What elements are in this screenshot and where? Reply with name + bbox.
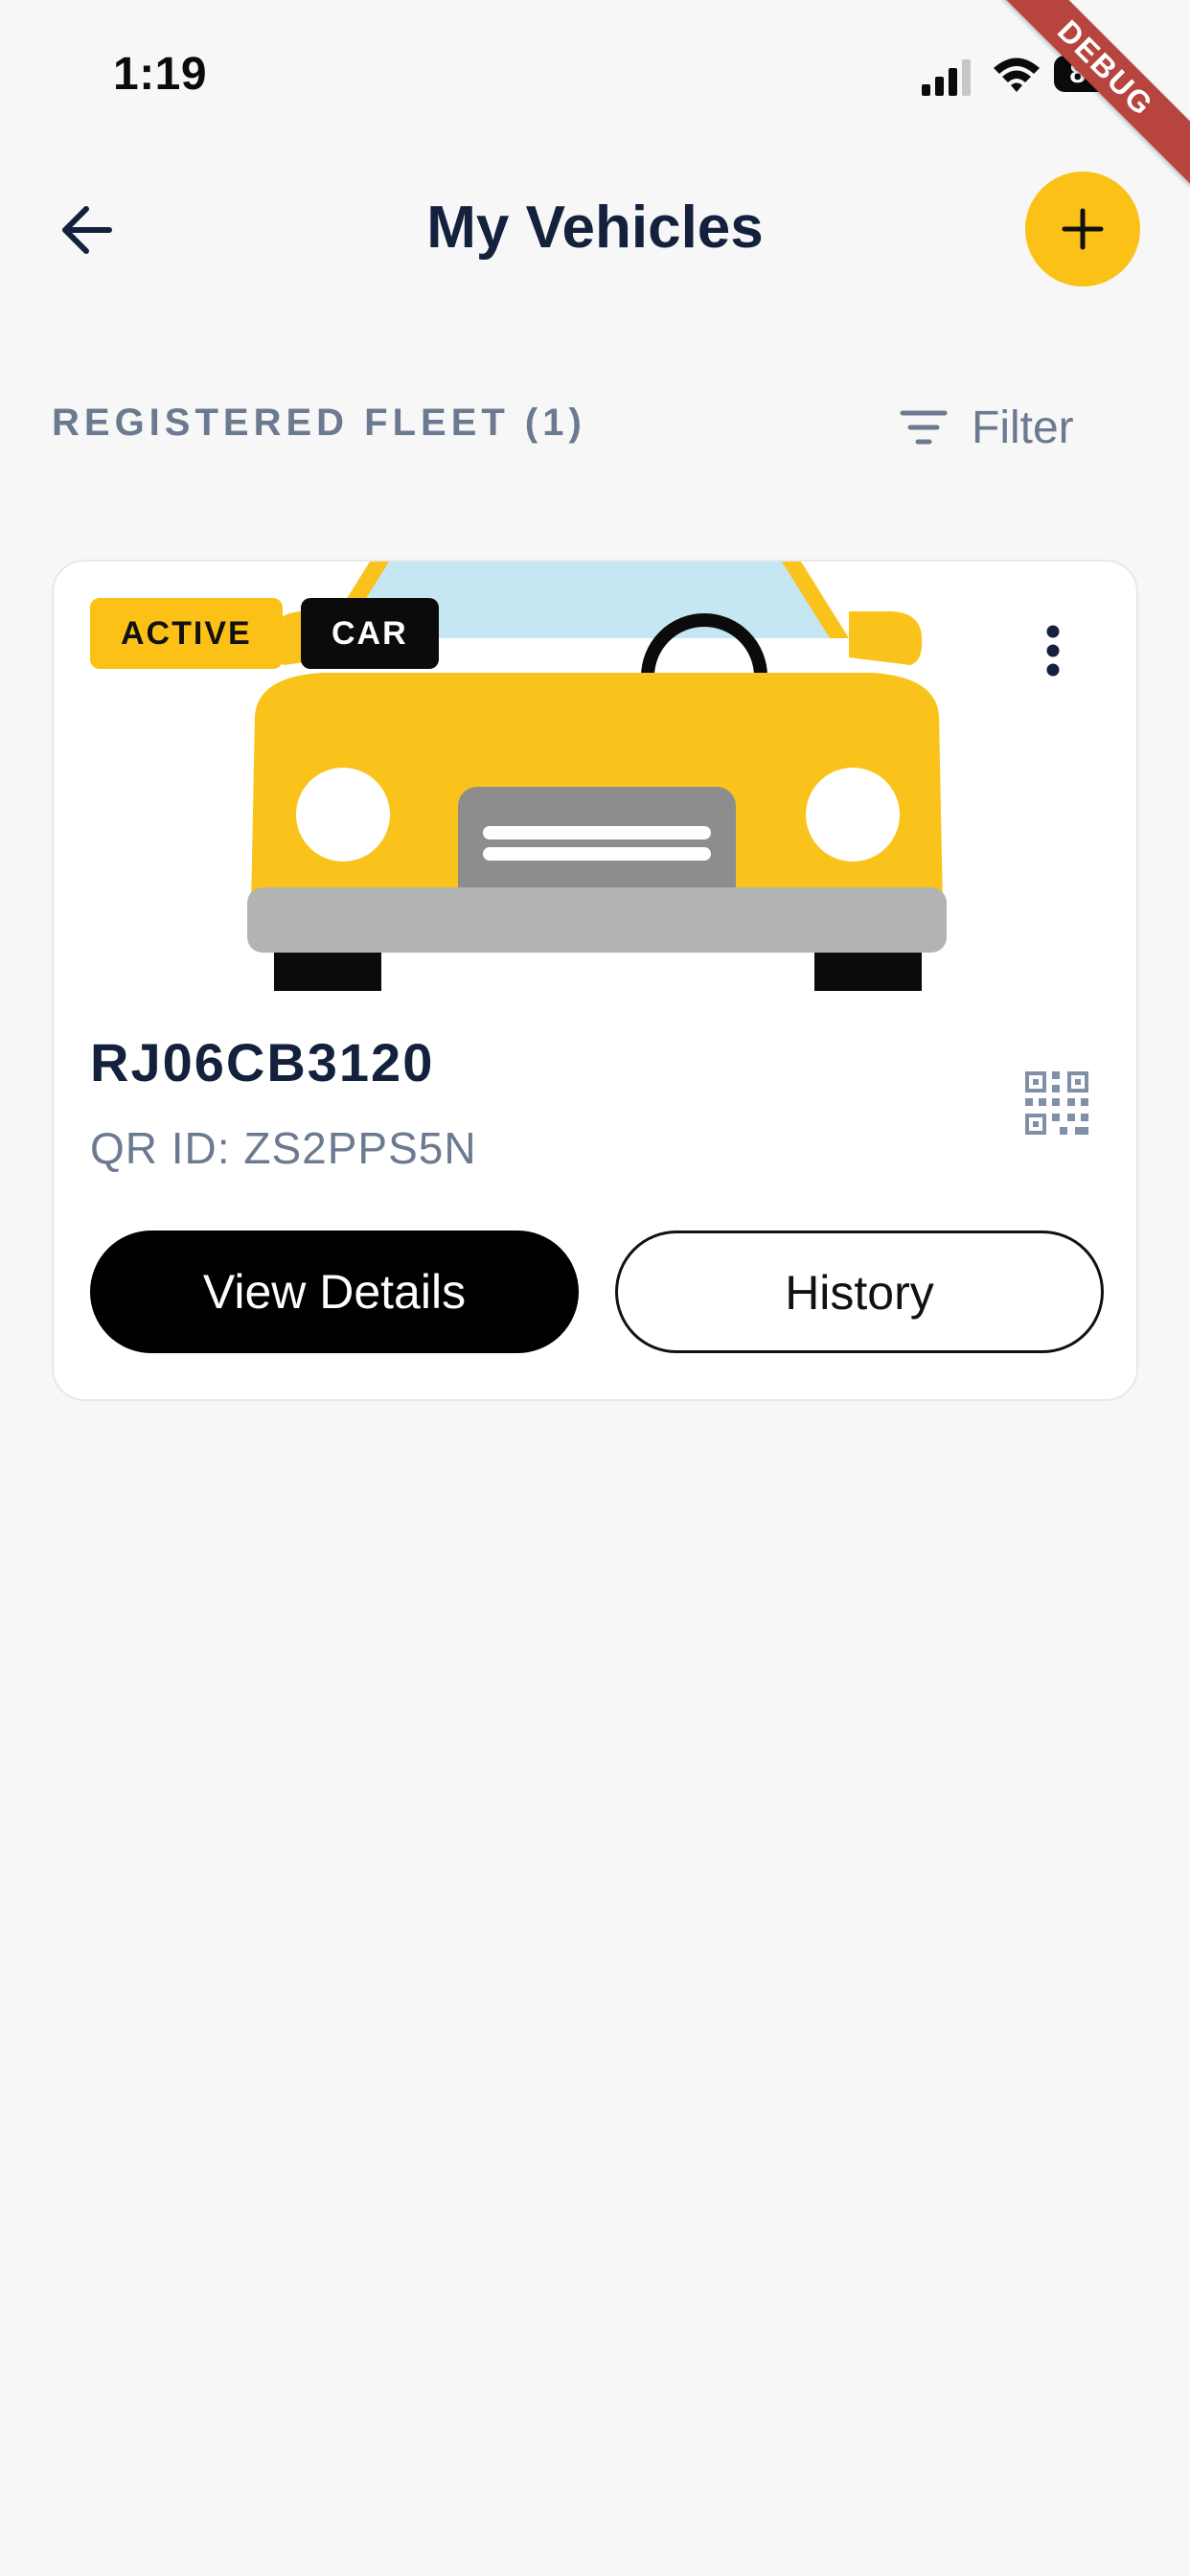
vehicle-card[interactable]: ACTIVE CAR RJ06CB3120 QR ID: ZS2PPS5N Vi…: [52, 560, 1138, 1401]
plus-icon: [1062, 208, 1104, 250]
wifi-icon: [994, 58, 1040, 92]
fleet-section-header: REGISTERED FLEET (1) Filter: [0, 388, 1190, 465]
add-vehicle-button[interactable]: [1025, 172, 1140, 287]
status-time: 1:19: [113, 49, 208, 100]
qr-code-icon[interactable]: [1023, 1070, 1090, 1137]
vehicle-menu-button[interactable]: [1012, 610, 1094, 692]
qr-id: QR ID: ZS2PPS5N: [90, 1123, 477, 1173]
filter-button[interactable]: Filter: [895, 394, 1074, 461]
filter-label: Filter: [972, 402, 1074, 453]
status-badge: ACTIVE: [90, 598, 283, 669]
status-bar: 1:19 80: [0, 0, 1190, 144]
page-title: My Vehicles: [426, 195, 764, 261]
section-title: REGISTERED FLEET (1): [52, 402, 586, 444]
plate-number: RJ06CB3120: [90, 1032, 435, 1092]
screen: 1:19 80 DEBUG My Vehicles: [0, 0, 1190, 2576]
history-button[interactable]: History: [615, 1230, 1104, 1353]
view-details-button[interactable]: View Details: [90, 1230, 579, 1353]
app-header: My Vehicles: [0, 163, 1190, 297]
filter-lines-icon: [900, 410, 948, 445]
vehicle-type-badge: CAR: [301, 598, 439, 669]
cellular-signal-icon: [922, 59, 971, 96]
more-vertical-icon: [1046, 625, 1060, 677]
